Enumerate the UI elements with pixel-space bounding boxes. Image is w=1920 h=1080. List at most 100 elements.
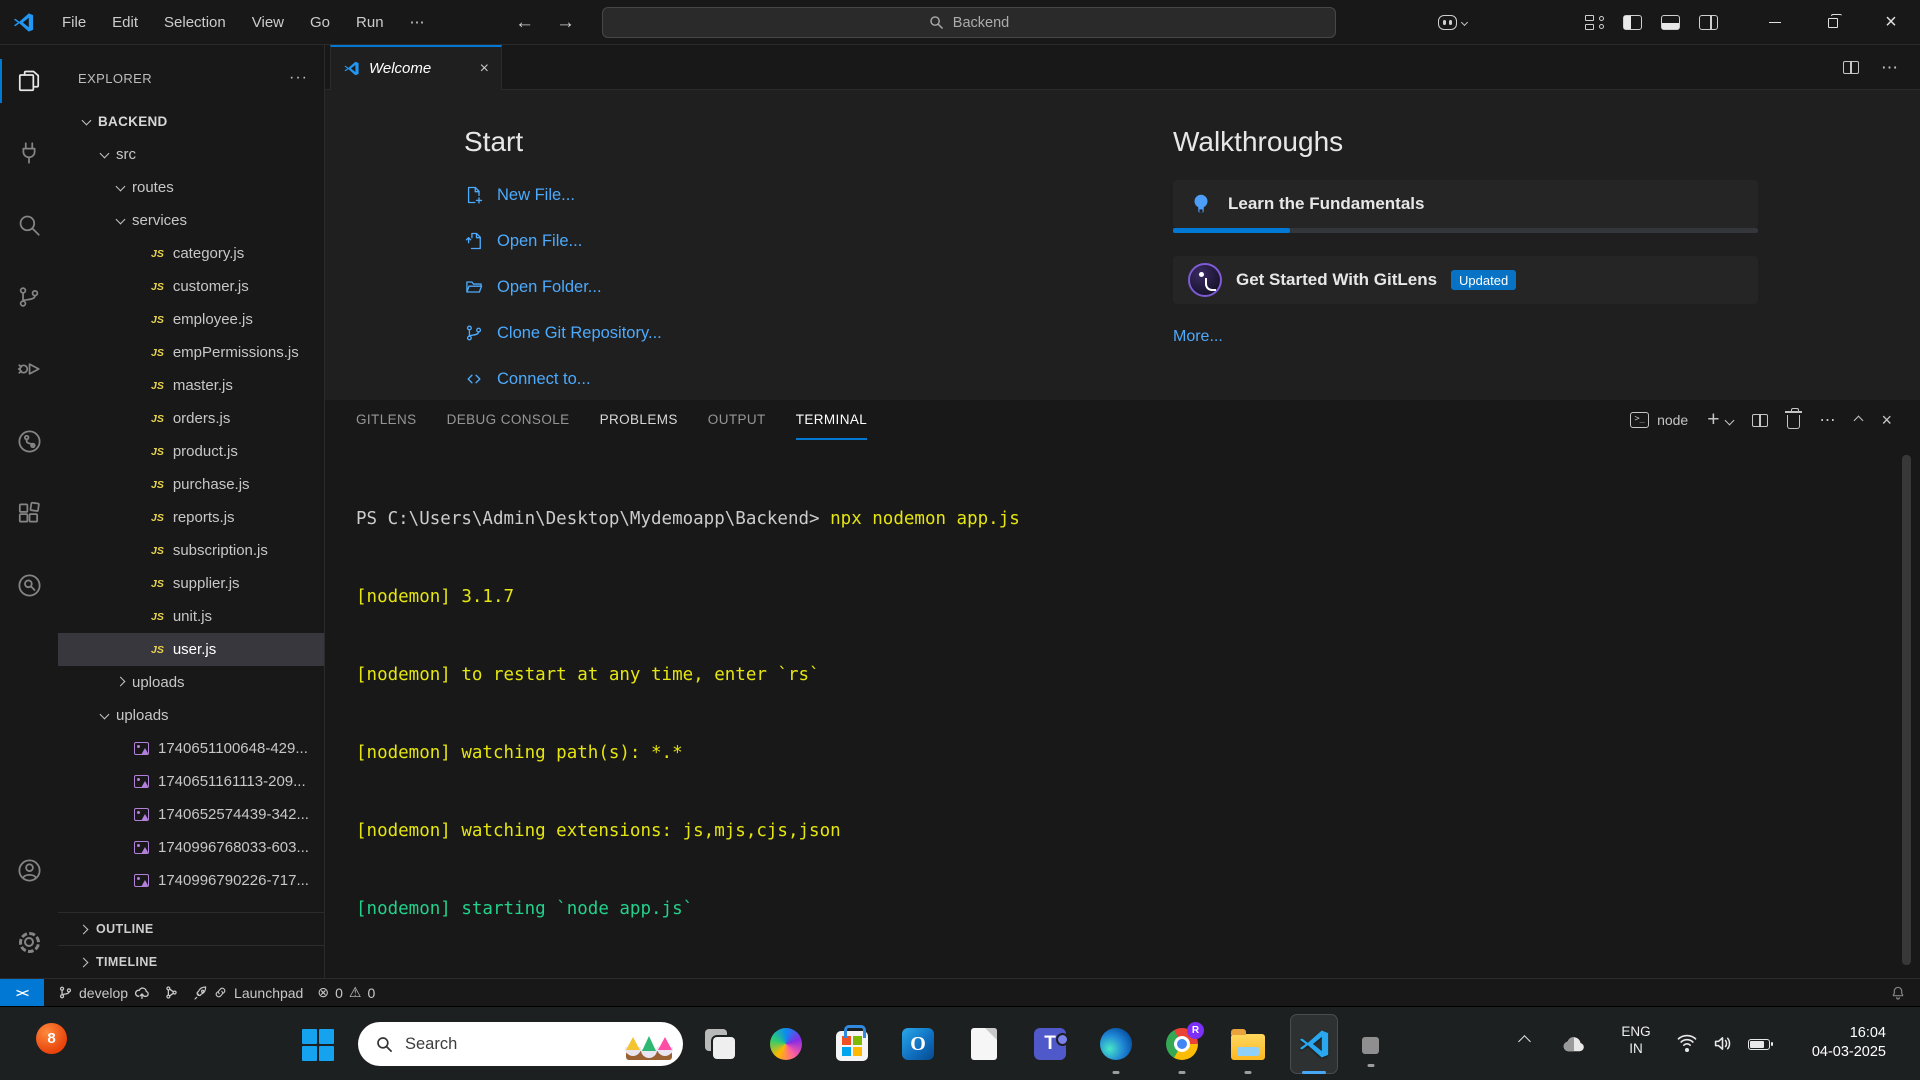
tree-file[interactable]: JS master.js <box>58 369 324 402</box>
panel-more-actions-icon[interactable]: ⋯ <box>1819 410 1836 430</box>
tree-folder-uploads-collapsed[interactable]: uploads <box>58 666 324 699</box>
tree-file[interactable]: JS empPermissions.js <box>58 336 324 369</box>
tree-file[interactable]: JS employee.js <box>58 303 324 336</box>
shell-label[interactable]: node <box>1657 412 1688 428</box>
outlook-app[interactable]: O <box>885 1007 951 1080</box>
teams-app[interactable]: T <box>1017 1007 1083 1080</box>
new-file-link[interactable]: New File... <box>464 172 662 218</box>
start-button[interactable] <box>296 1023 340 1067</box>
walkthrough-gitlens-card[interactable]: Get Started With GitLens Updated <box>1173 256 1758 304</box>
tree-folder-uploads[interactable]: uploads <box>58 699 324 732</box>
activitybar-accounts[interactable] <box>0 834 58 906</box>
tree-image-file[interactable]: 1740996768033-603... <box>58 831 324 864</box>
branch-item[interactable]: develop <box>58 985 150 1001</box>
menu-file[interactable]: File <box>49 14 99 31</box>
open-file-link[interactable]: Open File... <box>464 218 662 264</box>
walkthrough-fundamentals-card[interactable]: Learn the Fundamentals <box>1173 180 1758 233</box>
tree-file-selected[interactable]: JS user.js <box>58 633 324 666</box>
tree-folder-src[interactable]: src <box>58 138 324 171</box>
tray-overflow-chevron-icon[interactable] <box>1518 1035 1531 1048</box>
tree-file[interactable]: JS supplier.js <box>58 567 324 600</box>
tab-close-icon[interactable]: × <box>480 60 489 78</box>
notepad-app[interactable] <box>951 1007 1017 1080</box>
notification-badge[interactable]: 8 <box>36 1023 67 1054</box>
new-terminal-icon[interactable]: + <box>1707 408 1719 432</box>
menu-edit[interactable]: Edit <box>99 14 151 31</box>
taskbar-search[interactable]: Search <box>358 1022 683 1066</box>
activitybar-thunder-client[interactable] <box>0 117 58 189</box>
restore-button[interactable] <box>1804 0 1862 45</box>
activitybar-run-debug[interactable] <box>0 333 58 405</box>
launchpad-item[interactable]: Launchpad <box>193 985 303 1001</box>
command-center-search[interactable]: Backend <box>602 7 1336 38</box>
activitybar-source-control[interactable] <box>0 261 58 333</box>
activitybar-search[interactable] <box>0 189 58 261</box>
tree-file[interactable]: JS subscription.js <box>58 534 324 567</box>
volume-icon[interactable] <box>1712 1034 1733 1053</box>
remote-indicator[interactable]: >< <box>0 978 44 1007</box>
explorer-actions-icon[interactable]: ··· <box>289 69 308 87</box>
panel-scrollbar[interactable] <box>1902 455 1911 965</box>
panel-tab-problems[interactable]: PROBLEMS <box>600 400 678 440</box>
tree-folder-services[interactable]: services <box>58 204 324 237</box>
copilot-button[interactable] <box>1438 15 1469 30</box>
activitybar-extensions[interactable] <box>0 477 58 549</box>
kill-terminal-icon[interactable] <box>1785 408 1803 429</box>
forward-arrow-icon[interactable]: → <box>556 12 575 34</box>
menu-go[interactable]: Go <box>297 14 343 31</box>
menu-more[interactable]: ⋯ <box>397 13 438 31</box>
toggle-primary-sidebar-icon[interactable] <box>1623 15 1642 30</box>
chrome-app[interactable]: R <box>1149 1007 1215 1080</box>
tree-file[interactable]: JS customer.js <box>58 270 324 303</box>
onedrive-cloud-icon[interactable] <box>1560 1033 1587 1053</box>
tree-image-file[interactable]: 1740651100648-429... <box>58 732 324 765</box>
file-explorer-app[interactable] <box>1215 1007 1281 1080</box>
battery-icon[interactable] <box>1748 1039 1773 1050</box>
toggle-panel-icon[interactable] <box>1661 15 1680 30</box>
vscode-app-active[interactable] <box>1281 1007 1347 1080</box>
tree-image-file[interactable]: 1740996790226-717... <box>58 864 324 897</box>
open-folder-link[interactable]: Open Folder... <box>464 264 662 310</box>
tree-file[interactable]: JS purchase.js <box>58 468 324 501</box>
wifi-icon[interactable] <box>1676 1033 1698 1052</box>
menu-run[interactable]: Run <box>343 14 397 31</box>
activitybar-gitlens[interactable] <box>0 405 58 477</box>
tree-file[interactable]: JS unit.js <box>58 600 324 633</box>
customize-layout-icon[interactable] <box>1585 15 1604 30</box>
tree-image-file[interactable]: 1740651161113-209... <box>58 765 324 798</box>
commit-graph-item[interactable] <box>164 985 179 1000</box>
tree-file[interactable]: JS product.js <box>58 435 324 468</box>
tree-root-backend[interactable]: BACKEND <box>58 105 324 138</box>
menu-view[interactable]: View <box>239 14 297 31</box>
minimize-button[interactable] <box>1746 0 1804 45</box>
activitybar-settings[interactable] <box>0 906 58 978</box>
activitybar-gitlens-inspect[interactable] <box>0 549 58 621</box>
background-app[interactable] <box>1362 1037 1379 1067</box>
section-outline[interactable]: OUTLINE <box>58 912 324 945</box>
panel-tab-output[interactable]: OUTPUT <box>708 400 766 440</box>
close-panel-icon[interactable]: × <box>1881 410 1892 431</box>
walkthroughs-more-link[interactable]: More... <box>1173 328 1758 346</box>
language-indicator[interactable]: ENG IN <box>1612 1023 1660 1057</box>
connect-to-link[interactable]: Connect to... <box>464 356 662 400</box>
task-view-button[interactable] <box>687 1007 753 1080</box>
tab-welcome[interactable]: Welcome × <box>330 45 502 90</box>
tree-file[interactable]: JS orders.js <box>58 402 324 435</box>
panel-tab-gitlens[interactable]: GITLENS <box>356 400 417 440</box>
close-button[interactable]: × <box>1862 0 1920 45</box>
menu-selection[interactable]: Selection <box>151 14 239 31</box>
activitybar-explorer[interactable] <box>0 45 58 117</box>
split-editor-icon[interactable] <box>1843 61 1859 74</box>
edge-app[interactable] <box>1083 1007 1149 1080</box>
back-arrow-icon[interactable]: ← <box>515 12 534 34</box>
tree-file[interactable]: JS reports.js <box>58 501 324 534</box>
tree-file[interactable]: JS category.js <box>58 237 324 270</box>
notifications-bell-icon[interactable] <box>1890 985 1906 1001</box>
panel-tab-debug-console[interactable]: DEBUG CONSOLE <box>447 400 570 440</box>
split-terminal-icon[interactable] <box>1752 413 1769 427</box>
tree-folder-routes[interactable]: routes <box>58 171 324 204</box>
panel-tab-terminal[interactable]: TERMINAL <box>795 400 868 440</box>
toggle-secondary-sidebar-icon[interactable] <box>1699 15 1718 30</box>
tree-image-file[interactable]: 1740652574439-342... <box>58 798 324 831</box>
problems-status[interactable]: ⊗ 0 ⚠ 0 <box>317 984 375 1001</box>
